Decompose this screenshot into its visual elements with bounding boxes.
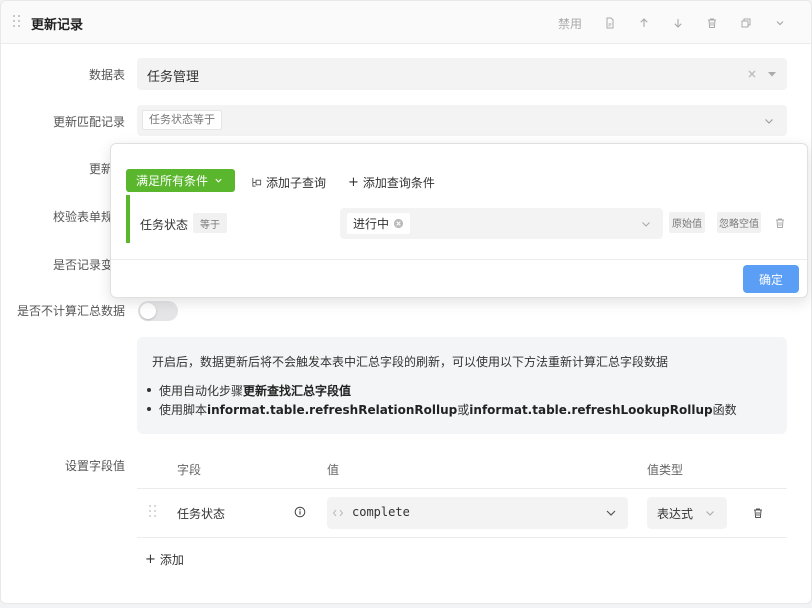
toggle-knob (140, 303, 156, 319)
table-select-value: 任务管理 (147, 70, 200, 85)
add-condition-label: 添加查询条件 (362, 176, 435, 190)
code-icon (332, 507, 344, 522)
condition-value-tag: 进行中 (347, 213, 411, 234)
condition-group-bar (126, 195, 130, 243)
match-condition-tag: 任务状态等于 (142, 110, 222, 130)
info-circle-icon[interactable] (294, 506, 306, 521)
arrow-down-icon[interactable] (669, 13, 687, 33)
card-header: 更新记录 禁用 (1, 1, 811, 44)
no-rollup-label: 是否不计算汇总数据 (16, 304, 125, 318)
condition-value-text: 进行中 (353, 217, 390, 231)
subquery-icon (252, 177, 262, 187)
column-header-type: 值类型 (647, 463, 684, 477)
info-item-2-bold-2: informat.table.refreshLookupRollup (469, 403, 713, 417)
popup-divider (111, 259, 807, 260)
add-field-button[interactable]: + 添加 (145, 551, 184, 568)
confirm-button[interactable]: 确定 (743, 265, 799, 293)
collapse-chevron-icon[interactable] (771, 13, 789, 33)
match-all-label: 满足所有条件 (136, 174, 209, 188)
info-item-1-bold: 更新查找汇总字段值 (243, 384, 352, 398)
match-all-dropdown[interactable]: 满足所有条件 (126, 169, 235, 192)
add-subquery-button[interactable]: 添加子查询 (251, 174, 326, 191)
add-subquery-label: 添加子查询 (266, 176, 327, 190)
info-item-2-suffix: 函数 (712, 403, 737, 417)
arrow-up-icon[interactable] (635, 13, 653, 33)
row-delete-trash-icon[interactable] (752, 507, 764, 522)
info-item-2-mid: 或 (457, 403, 470, 417)
table-row: 任务状态 complete 表达式 (137, 489, 787, 537)
chevron-down-icon[interactable] (763, 115, 775, 130)
chevron-down-icon[interactable] (605, 507, 617, 522)
raw-value-toggle[interactable]: 原始值 (669, 212, 705, 233)
no-rollup-toggle[interactable] (138, 301, 178, 321)
row-drag-handle-icon[interactable] (149, 505, 157, 521)
clear-icon[interactable] (746, 68, 758, 83)
info-item-2: 使用脚本informat.table.refreshRelationRollup… (147, 401, 737, 418)
add-field-label: 添加 (159, 553, 184, 567)
info-item-2-bold-1: informat.table.refreshRelationRollup (207, 403, 458, 417)
ignore-empty-toggle[interactable]: 忽略空值 (717, 212, 761, 233)
document-icon[interactable] (601, 13, 619, 33)
update-record-card: 更新记录 禁用 数据表 任务管理 更新匹配记录 任务状态等于 更新 校验表单规 … (0, 0, 812, 604)
chevron-down-icon[interactable] (704, 507, 716, 522)
chevron-down-icon[interactable] (640, 218, 652, 233)
condition-operator-tag[interactable]: 等于 (193, 213, 227, 233)
table-divider-bottom (137, 537, 787, 538)
card-title: 更新记录 (31, 18, 84, 33)
chevron-down-icon (215, 178, 222, 183)
dropdown-caret-icon[interactable] (766, 68, 778, 83)
table-select[interactable]: 任务管理 (137, 58, 787, 90)
condition-value-select[interactable]: 进行中 (340, 208, 663, 239)
value-type-text: 表达式 (657, 507, 694, 521)
set-field-values-label: 设置字段值 (64, 459, 125, 473)
rollup-info-box: 开启后，数据更新后将不会触发本表中汇总字段的刷新，可以使用以下方法重新计算汇总字… (137, 337, 787, 434)
disable-button[interactable]: 禁用 (557, 13, 583, 33)
drag-handle-icon[interactable] (13, 15, 21, 31)
copy-icon[interactable] (737, 13, 755, 33)
condition-popup: 满足所有条件 添加子查询 + 添加查询条件 任务状态 等于 进行中 原始值 忽略… (110, 143, 808, 298)
info-item-1-prefix: 使用自动化步骤 (159, 384, 244, 398)
column-header-field: 字段 (177, 463, 202, 477)
info-item-2-prefix: 使用脚本 (159, 403, 208, 417)
info-item-1: 使用自动化步骤更新查找汇总字段值 (146, 382, 352, 399)
add-condition-button[interactable]: + 添加查询条件 (348, 174, 435, 191)
condition-field: 任务状态 (140, 218, 189, 232)
value-expression-text: complete (352, 505, 410, 519)
plus-icon: + (145, 552, 156, 567)
match-records-label: 更新匹配记录 (52, 115, 125, 129)
plus-icon: + (348, 175, 359, 190)
column-header-value: 值 (327, 463, 340, 477)
info-text: 开启后，数据更新后将不会触发本表中汇总字段的刷新，可以使用以下方法重新计算汇总字… (152, 355, 669, 369)
condition-delete-trash-icon[interactable] (774, 217, 786, 232)
row-field-name: 任务状态 (177, 507, 226, 521)
table-label: 数据表 (88, 68, 125, 82)
value-type-select[interactable]: 表达式 (647, 497, 727, 529)
match-records-select[interactable]: 任务状态等于 (137, 105, 787, 136)
remove-tag-icon[interactable] (393, 218, 404, 229)
value-expression-input[interactable]: complete (327, 497, 628, 529)
trash-icon[interactable] (703, 13, 721, 33)
